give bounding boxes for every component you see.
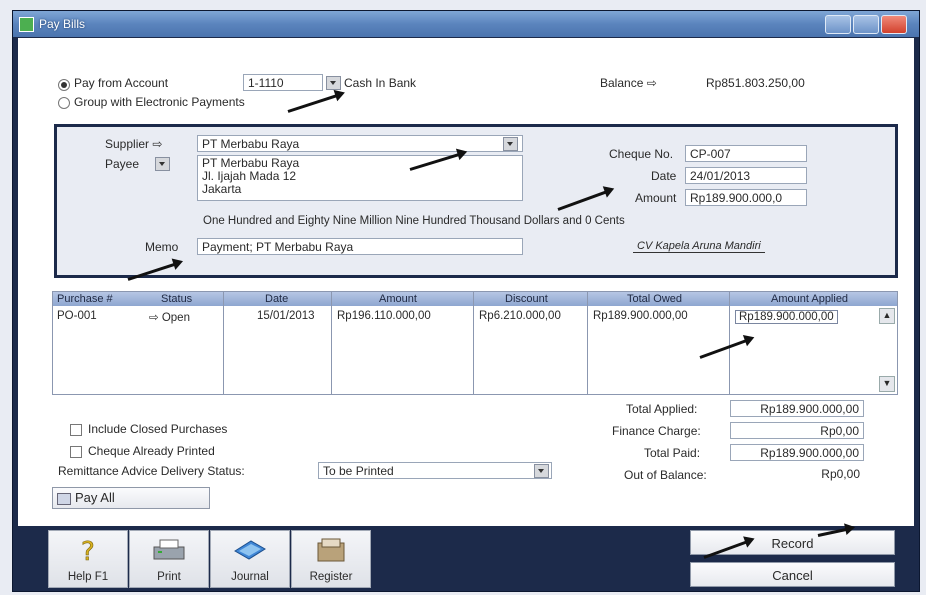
help-label: Help F1: [67, 571, 109, 583]
scroll-down-icon[interactable]: ▼: [879, 376, 895, 392]
out-of-balance-value: Rp0,00: [730, 466, 864, 483]
total-paid-label: Total Paid:: [644, 446, 701, 460]
balance-label: Balance ⇨: [600, 76, 657, 90]
register-label: Register: [309, 571, 353, 583]
finance-charge-label: Finance Charge:: [612, 424, 701, 438]
col-purchase[interactable]: Purchase #: [57, 293, 113, 305]
remittance-label: Remittance Advice Delivery Status:: [58, 464, 245, 478]
journal-icon: [234, 540, 266, 560]
footer-toolbar: ? Help F1 Print Journal Register Record …: [18, 526, 914, 591]
payee-dropdown[interactable]: [155, 157, 170, 171]
memo-field[interactable]: Payment; PT Merbabu Raya: [197, 238, 523, 255]
record-label: Record: [771, 536, 814, 551]
date-label: Date: [651, 169, 677, 183]
printer-icon: [153, 539, 185, 560]
row-discount: Rp6.210.000,00: [479, 310, 561, 322]
amount-field[interactable]: Rp189.900.000,0: [685, 189, 807, 206]
include-closed-checkbox[interactable]: [70, 424, 82, 436]
print-button[interactable]: Print: [129, 530, 209, 588]
title-bar: Pay Bills: [13, 11, 919, 37]
supplier-field[interactable]: PT Merbabu Raya: [197, 135, 523, 152]
finance-charge-field[interactable]: Rp0,00: [730, 422, 864, 439]
remittance-dropdown[interactable]: [534, 464, 549, 478]
col-amount-applied[interactable]: Amount Applied: [771, 293, 848, 305]
col-status[interactable]: Status: [161, 293, 192, 305]
pay-from-account-label: Pay from Account: [74, 76, 169, 90]
account-number-field[interactable]: 1-1110: [243, 74, 323, 91]
col-date[interactable]: Date: [265, 293, 288, 305]
out-of-balance-label: Out of Balance:: [624, 468, 707, 482]
total-applied-label: Total Applied:: [626, 402, 698, 416]
balance-value: Rp851.803.250,00: [706, 76, 805, 90]
supplier-lookup-button[interactable]: [503, 137, 518, 151]
amount-in-words: One Hundred and Eighty Nine Million Nine…: [203, 215, 625, 227]
amount-label: Amount: [635, 191, 677, 205]
include-closed-label: Include Closed Purchases: [88, 422, 228, 436]
purchases-grid: Purchase # Status Date Amount Discount T…: [52, 291, 898, 395]
print-label: Print: [157, 571, 181, 583]
col-amount[interactable]: Amount: [379, 293, 417, 305]
journal-label: Journal: [231, 571, 269, 583]
payee-line: Jakarta: [202, 182, 242, 196]
cancel-label: Cancel: [772, 568, 813, 583]
row-total-owed: Rp189.900.000,00: [593, 310, 688, 322]
register-icon: [317, 538, 345, 562]
remittance-select[interactable]: To be Printed: [318, 462, 552, 479]
register-button[interactable]: Register: [291, 530, 371, 588]
total-applied-field: Rp189.900.000,00: [730, 400, 864, 417]
group-electronic-label: Group with Electronic Payments: [74, 95, 245, 109]
form-body: Pay from Account 1-1110 Cash In Bank Gro…: [18, 38, 914, 526]
supplier-label: Supplier ⇨: [105, 137, 163, 151]
row-date: 15/01/2013: [257, 310, 315, 322]
help-icon: ?: [81, 537, 95, 563]
pay-all-icon: [57, 493, 71, 505]
annotation-arrow: [287, 94, 338, 113]
total-paid-field: Rp189.900.000,00: [730, 444, 864, 461]
pay-from-account-radio[interactable]: [58, 79, 70, 91]
cheque-printed-checkbox[interactable]: [70, 446, 82, 458]
row-status: ⇨ Open: [149, 312, 190, 324]
signature-line: CV Kapela Aruna Mandiri: [633, 240, 765, 253]
cancel-button[interactable]: Cancel: [690, 562, 895, 587]
payee-line: Jl. Ijajah Mada 12: [202, 169, 297, 183]
journal-button[interactable]: Journal: [210, 530, 290, 588]
app-icon: [19, 17, 34, 32]
pay-all-button[interactable]: Pay All: [52, 487, 210, 509]
cheque-printed-label: Cheque Already Printed: [88, 444, 215, 458]
memo-label: Memo: [145, 240, 179, 254]
help-button[interactable]: ? Help F1: [48, 530, 128, 588]
scroll-up-icon[interactable]: ▲: [879, 308, 895, 324]
pay-all-label: Pay All: [75, 490, 115, 505]
row-purchase-no[interactable]: PO-001: [57, 310, 97, 322]
row-amount-applied[interactable]: Rp189.900.000,00: [735, 310, 838, 324]
payee-label: Payee: [105, 157, 140, 171]
minimize-button[interactable]: [825, 15, 851, 34]
payee-address-field[interactable]: PT Merbabu Raya Jl. Ijajah Mada 12 Jakar…: [197, 155, 523, 201]
pay-bills-window: Pay Bills Pay from Account 1-1110 Cash I…: [12, 10, 920, 592]
window-title: Pay Bills: [39, 17, 86, 31]
row-amount: Rp196.110.000,00: [337, 310, 431, 322]
group-electronic-radio[interactable]: [58, 97, 70, 109]
svg-text:?: ?: [81, 537, 95, 563]
maximize-button[interactable]: [853, 15, 879, 34]
account-name: Cash In Bank: [344, 76, 417, 90]
col-discount[interactable]: Discount: [505, 293, 548, 305]
cheque-no-field[interactable]: CP-007: [685, 145, 807, 162]
close-button[interactable]: [881, 15, 907, 34]
col-total-owed[interactable]: Total Owed: [627, 293, 682, 305]
cheque-no-label: Cheque No.: [609, 147, 674, 161]
date-field[interactable]: 24/01/2013: [685, 167, 807, 184]
